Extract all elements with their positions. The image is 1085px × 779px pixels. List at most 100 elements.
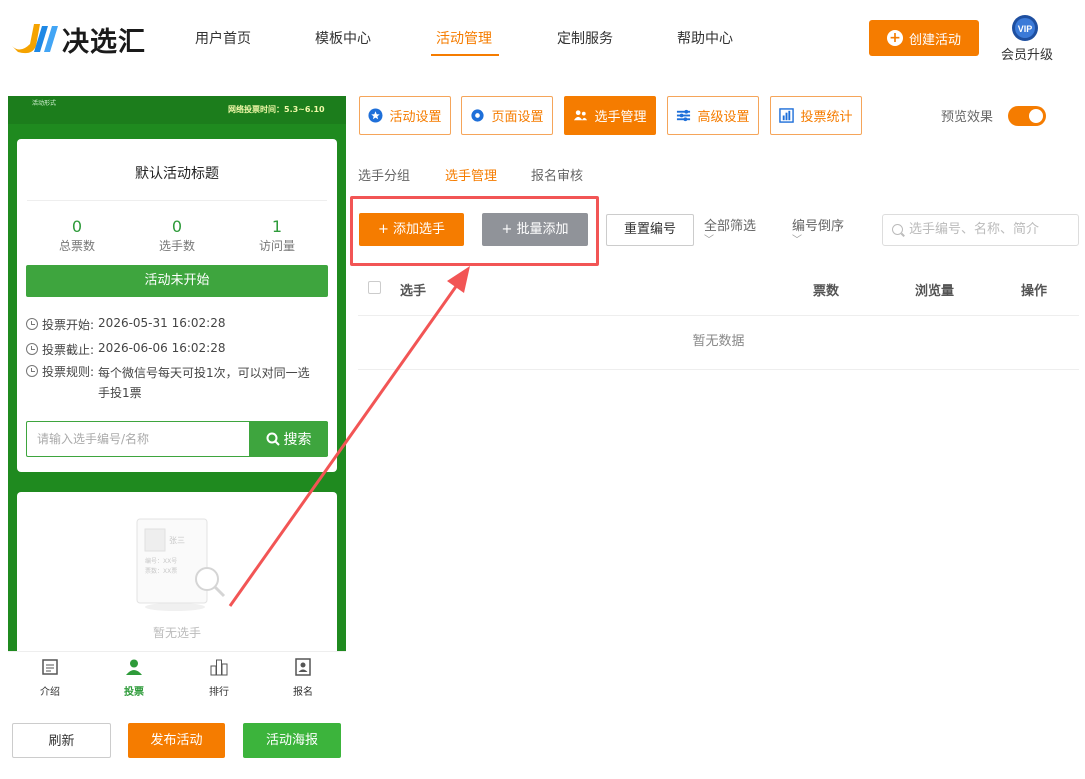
sort-dropdown[interactable]: 编号倒序 ﹀	[792, 215, 844, 246]
visits-value: 1	[271, 217, 283, 236]
vote-rule-row: 投票规则: 每个微信号每天可投1次，可以对同一选手投1票	[26, 363, 318, 403]
page-settings-label: 页面设置	[491, 110, 544, 125]
search-icon	[266, 432, 280, 446]
total-votes-value: 0	[71, 217, 83, 236]
contestant-management-label: 选手管理	[594, 110, 647, 125]
advanced-settings-button[interactable]: 高级设置	[667, 96, 759, 135]
page-settings-button[interactable]: 页面设置	[461, 96, 553, 135]
activity-poster-button[interactable]: 活动海报	[243, 723, 341, 758]
star-icon	[368, 108, 384, 123]
tab-intro[interactable]: 介绍	[8, 658, 92, 698]
filter-dropdown[interactable]: 全部筛选 ﹀	[704, 215, 756, 246]
doc-icon	[42, 659, 58, 675]
refresh-button[interactable]: 刷新	[12, 723, 111, 758]
contestant-search: 请输入选手编号/名称 搜索	[26, 421, 328, 457]
empty-card-name: 张三	[169, 536, 185, 545]
brand-logo[interactable]: 决选汇	[10, 16, 150, 60]
tab-vote-label: 投票	[124, 687, 144, 698]
advanced-settings-label: 高级设置	[697, 110, 750, 125]
user-icon	[126, 659, 142, 675]
table-header: 选手 票数 浏览量 操作	[358, 262, 1079, 316]
tab-signup-label: 报名	[293, 687, 313, 698]
clock-icon	[26, 343, 38, 355]
empty-card-votes: 票数：XX票	[145, 567, 177, 575]
vote-rule-label: 投票规则:	[42, 365, 95, 379]
search-button-label: 搜索	[283, 432, 312, 448]
plus-icon: +	[886, 30, 903, 46]
tab-vote[interactable]: 投票	[92, 658, 176, 698]
sort-label: 编号倒序	[792, 219, 845, 234]
contestant-search-input[interactable]: 请输入选手编号/名称	[27, 422, 249, 456]
highlight-annotation	[350, 196, 599, 266]
empty-contestant-text: 暂无选手	[152, 626, 201, 640]
tab-signup-review[interactable]: 报名审核	[531, 165, 583, 184]
vote-statistics-button[interactable]: 投票统计	[770, 96, 862, 135]
vote-end-label: 投票截止:	[42, 343, 95, 357]
vip-badge-text: VIP	[1018, 24, 1033, 34]
visits-label: 访问量	[258, 239, 295, 253]
nav-item-help[interactable]: 帮助中心	[677, 28, 733, 48]
search-icon	[892, 224, 903, 235]
tab-ranking[interactable]: 排行	[177, 658, 261, 698]
vote-start-value: 2026-05-31 16:02:28	[98, 316, 226, 330]
tab-intro-label: 介绍	[40, 687, 60, 698]
contestant-filter-placeholder: 选手编号、名称、简介	[909, 222, 1040, 237]
col-actions: 操作	[1021, 284, 1048, 299]
contestant-management-button[interactable]: 选手管理	[564, 96, 656, 135]
filter-label: 全部筛选	[704, 219, 757, 234]
sliders-icon	[677, 109, 691, 122]
create-activity-button[interactable]: + 创建活动	[869, 20, 979, 56]
empty-contestant-illustration: 张三 编号：XX号 票数：XX票	[136, 518, 226, 611]
tab-signup[interactable]: 报名	[261, 658, 345, 698]
activity-settings-button[interactable]: 活动设置	[359, 96, 451, 135]
vote-start-row: 投票开始: 2026-05-31 16:02:28	[26, 316, 226, 333]
contestant-list-card: 张三 编号：XX号 票数：XX票 暂无选手	[17, 492, 337, 672]
contestants-label: 选手数	[158, 239, 195, 253]
vote-rule-text: 每个微信号每天可投1次，可以对同一选手投1票	[98, 366, 310, 400]
reset-number-button[interactable]: 重置编号	[606, 214, 694, 246]
nav-item-custom[interactable]: 定制服务	[557, 28, 613, 48]
activity-status-bar: 活动未开始	[26, 265, 328, 297]
create-activity-label: 创建活动	[908, 32, 961, 48]
empty-card-number: 编号：XX号	[145, 557, 177, 565]
contestant-filter-search[interactable]: 选手编号、名称、简介	[882, 214, 1079, 246]
nav-active-underline	[431, 54, 499, 56]
publish-activity-button[interactable]: 发布活动	[128, 723, 225, 758]
chevron-down-icon: ﹀	[792, 235, 802, 246]
total-votes-label: 总票数	[58, 239, 95, 253]
col-views: 浏览量	[915, 284, 955, 299]
clock-icon	[26, 318, 38, 330]
vip-icon[interactable]: VIP	[1010, 14, 1040, 44]
preview-effect-toggle[interactable]	[1008, 106, 1046, 126]
col-votes: 票数	[813, 284, 840, 299]
vote-start-label: 投票开始:	[42, 318, 95, 332]
vote-end-value: 2026-06-06 16:02:28	[98, 341, 226, 355]
signup-icon	[295, 658, 311, 676]
vip-upgrade-label[interactable]: 会员升级	[1001, 44, 1053, 63]
brand-name: 决选汇	[62, 27, 146, 58]
nav-item-home[interactable]: 用户首页	[195, 28, 251, 48]
preview-banner: 活动形式 网络投票时间：5.3~6.10	[8, 96, 346, 124]
tab-contestant-groups[interactable]: 选手分组	[358, 165, 410, 184]
activity-settings-label: 活动设置	[389, 110, 442, 125]
preview-effect-label: 预览效果	[941, 110, 994, 125]
nav-item-activity[interactable]: 活动管理	[436, 28, 492, 48]
col-contestant: 选手	[400, 284, 427, 299]
contestants-value: 0	[171, 217, 183, 236]
banner-text: 活动形式	[32, 100, 57, 107]
contestant-search-button[interactable]: 搜索	[249, 422, 328, 456]
bar-chart-icon	[779, 108, 795, 123]
chevron-down-icon: ﹀	[704, 235, 714, 246]
table-empty-state: 暂无数据	[358, 316, 1079, 370]
tab-contestant-management[interactable]: 选手管理	[445, 165, 497, 184]
tab-ranking-label: 排行	[209, 687, 229, 698]
vote-end-row: 投票截止: 2026-06-06 16:02:28	[26, 341, 226, 358]
preview-tabbar: 介绍 投票 排行 报名	[8, 651, 346, 702]
vote-statistics-label: 投票统计	[800, 110, 853, 125]
ranking-icon	[210, 659, 228, 676]
activity-title: 默认活动标题	[135, 166, 219, 182]
nav-item-templates[interactable]: 模板中心	[315, 28, 371, 48]
select-all-checkbox[interactable]	[368, 281, 381, 294]
logo-mark-icon	[12, 24, 58, 54]
divider	[27, 200, 327, 201]
